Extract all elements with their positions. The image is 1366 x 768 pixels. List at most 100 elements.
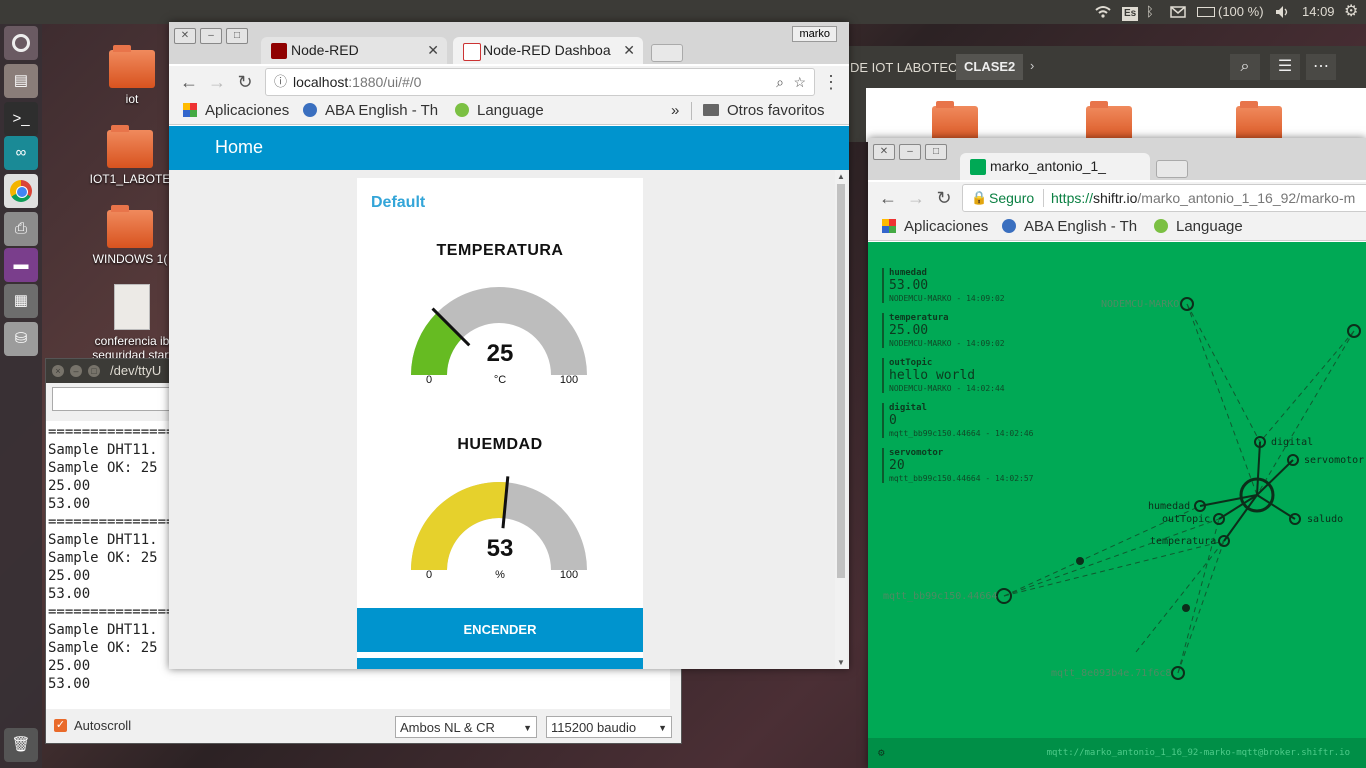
message-dot bbox=[1182, 604, 1190, 612]
keyboard-layout-label: Es bbox=[1122, 7, 1139, 21]
new-tab-button[interactable] bbox=[1156, 160, 1188, 178]
scroll-up-arrow-icon[interactable]: ▲ bbox=[837, 172, 845, 181]
graph-edge bbox=[1223, 494, 1258, 542]
desktop-folder-iot1-labotec[interactable]: IOT1_LABOTE bbox=[80, 125, 180, 186]
forward-arrow-icon[interactable]: → bbox=[904, 186, 928, 210]
reload-icon[interactable]: ↻ bbox=[233, 70, 257, 94]
scroll-down-arrow-icon[interactable]: ▼ bbox=[837, 658, 845, 667]
gauge-max: 100 bbox=[559, 569, 579, 581]
dashboard-button-2[interactable] bbox=[357, 658, 643, 669]
close-window-icon[interactable]: × bbox=[52, 365, 64, 377]
keyboard-layout-indicator[interactable]: Es bbox=[1122, 0, 1140, 24]
profile-badge[interactable]: marko bbox=[792, 26, 837, 42]
arduino-app-icon[interactable]: ∞ bbox=[4, 136, 38, 170]
close-window-icon[interactable]: ✕ bbox=[174, 28, 196, 44]
chevron-right-icon[interactable]: › bbox=[1030, 58, 1034, 73]
maximize-window-icon[interactable]: □ bbox=[88, 365, 100, 377]
close-icon[interactable]: ✕ bbox=[621, 37, 635, 64]
address-bar[interactable]: ⓘ localhost:1880/ui/#/0 ⌕ ☆ bbox=[265, 68, 815, 96]
graph-edge bbox=[1003, 540, 1225, 597]
volume-icon[interactable] bbox=[1274, 0, 1292, 24]
printer-app-icon[interactable]: ⎙ bbox=[4, 212, 38, 246]
info-icon[interactable]: ⓘ bbox=[274, 69, 287, 95]
folder-icon bbox=[107, 125, 153, 168]
clock[interactable]: 14:09 bbox=[1302, 0, 1335, 24]
scrollbar-thumb[interactable] bbox=[837, 184, 845, 578]
address-bar[interactable]: 🔒 Seguro https://shiftr.io/marko_antonio… bbox=[962, 184, 1366, 212]
url-host: localhost bbox=[293, 74, 349, 90]
back-arrow-icon[interactable]: ← bbox=[876, 186, 900, 210]
mail-icon[interactable] bbox=[1170, 0, 1188, 24]
bookmark-aba-english[interactable]: ABA English - Th bbox=[1002, 214, 1142, 240]
trash-icon[interactable]: 🗑 bbox=[4, 728, 38, 762]
shiftr-namespace-view[interactable]: humedad 53.00 NODEMCU-MARKO - 14:09:02 t… bbox=[868, 242, 1366, 768]
dash-home-icon[interactable] bbox=[4, 26, 38, 60]
desktop-folder-iot[interactable]: iot bbox=[82, 45, 182, 106]
menu-kebab-icon[interactable]: ⋮ bbox=[819, 70, 843, 94]
bookmark-apps[interactable]: Aplicaciones bbox=[183, 98, 289, 124]
bookmark-language[interactable]: Language bbox=[455, 98, 544, 124]
wifi-icon[interactable] bbox=[1094, 0, 1112, 24]
video-app-icon[interactable]: ▬ bbox=[4, 248, 38, 282]
new-tab-button[interactable] bbox=[651, 44, 683, 62]
desktop-folder-windows[interactable]: WINDOWS 1( bbox=[80, 205, 180, 266]
bookmark-label: Aplicaciones bbox=[904, 218, 989, 235]
chrome-app-icon[interactable] bbox=[4, 174, 38, 208]
back-arrow-icon[interactable]: ← bbox=[177, 70, 201, 94]
drive-app-icon[interactable]: ⛁ bbox=[4, 322, 38, 356]
breadcrumb-current[interactable]: CLASE2 bbox=[956, 54, 1024, 80]
files-app-icon[interactable]: ▤ bbox=[4, 64, 38, 98]
grid-view-icon[interactable]: ⋯ bbox=[1306, 54, 1336, 80]
bookmark-apps[interactable]: Aplicaciones bbox=[882, 214, 988, 240]
apps-grid-icon bbox=[882, 219, 896, 233]
baud-rate-select[interactable]: 115200 baudio ▼ bbox=[546, 716, 672, 738]
search-icon[interactable]: ⌕ bbox=[1230, 54, 1260, 80]
node-label: mqtt_bb99c150.44664 bbox=[883, 591, 997, 602]
graph-edge bbox=[1256, 494, 1296, 520]
bookmark-other-favorites[interactable]: Otros favoritos bbox=[703, 98, 825, 124]
minimize-window-icon[interactable]: – bbox=[70, 365, 82, 377]
battery-indicator[interactable]: (100 %) bbox=[1197, 0, 1264, 24]
autoscroll-checkbox[interactable]: ✓ bbox=[54, 719, 67, 732]
page-scrollbar[interactable]: ▲ ▼ bbox=[835, 170, 847, 669]
workspace-app-icon[interactable]: ▦ bbox=[4, 284, 38, 318]
maximize-window-icon[interactable]: □ bbox=[925, 144, 947, 160]
system-gear-icon[interactable]: ⚙ bbox=[1344, 0, 1362, 24]
settings-gear-icon[interactable]: ⚙ bbox=[878, 746, 885, 759]
breadcrumb-folder[interactable]: DE IOT LABOTEC bbox=[850, 60, 957, 75]
tab-strip: ✕ – □ marko Node-RED ✕ Node-RED Dashboa … bbox=[169, 22, 849, 64]
topic-graph[interactable]: NODEMCU-MARKO digital servomotor humedad… bbox=[868, 242, 1366, 738]
terminal-app-icon[interactable]: >_ bbox=[4, 102, 38, 136]
bookmark-language[interactable]: Language bbox=[1154, 214, 1243, 240]
address-divider bbox=[1043, 189, 1044, 207]
desktop-icon-label: WINDOWS 1( bbox=[92, 252, 168, 266]
node-label: outTopic bbox=[1162, 514, 1210, 525]
tab-label: Node-RED bbox=[291, 42, 359, 58]
lock-icon[interactable]: 🔒 bbox=[971, 185, 987, 211]
dashboard-content[interactable]: Default TEMPERATURA 25 °C 0 100 HUEMDAD … bbox=[169, 170, 849, 669]
reload-icon[interactable]: ↻ bbox=[932, 186, 956, 210]
tab-node-red-dashboard[interactable]: Node-RED Dashboa ✕ bbox=[453, 37, 643, 64]
encender-button[interactable]: ENCENDER bbox=[357, 608, 643, 652]
list-view-icon[interactable]: ☰ bbox=[1270, 54, 1300, 80]
line-ending-select[interactable]: Ambos NL & CR ▼ bbox=[395, 716, 537, 738]
dashboard-group-card: Default TEMPERATURA 25 °C 0 100 HUEMDAD … bbox=[357, 178, 643, 669]
bookmarks-bar: Aplicaciones ABA English - Th Language »… bbox=[169, 98, 849, 125]
maximize-window-icon[interactable]: □ bbox=[226, 28, 248, 44]
close-window-icon[interactable]: ✕ bbox=[873, 144, 895, 160]
tab-strip: ✕ – □ marko_antonio_1_ bbox=[868, 138, 1366, 180]
forward-arrow-icon[interactable]: → bbox=[205, 70, 229, 94]
zoom-search-icon[interactable]: ⌕ bbox=[776, 69, 784, 95]
tab-shiftr[interactable]: marko_antonio_1_ bbox=[960, 153, 1150, 180]
minimize-window-icon[interactable]: – bbox=[200, 28, 222, 44]
desktop-icon-label: iot bbox=[125, 92, 139, 106]
close-icon[interactable]: ✕ bbox=[427, 37, 439, 64]
bookmark-star-icon[interactable]: ☆ bbox=[793, 69, 806, 95]
minimize-window-icon[interactable]: – bbox=[899, 144, 921, 160]
bookmarks-overflow-button[interactable]: » bbox=[671, 98, 679, 124]
bluetooth-icon[interactable]: ᛒ bbox=[1146, 0, 1160, 24]
tab-node-red[interactable]: Node-RED ✕ bbox=[261, 37, 447, 64]
folder-icon bbox=[703, 104, 719, 116]
language-icon bbox=[1154, 219, 1168, 233]
bookmark-aba-english[interactable]: ABA English - Th bbox=[303, 98, 443, 124]
